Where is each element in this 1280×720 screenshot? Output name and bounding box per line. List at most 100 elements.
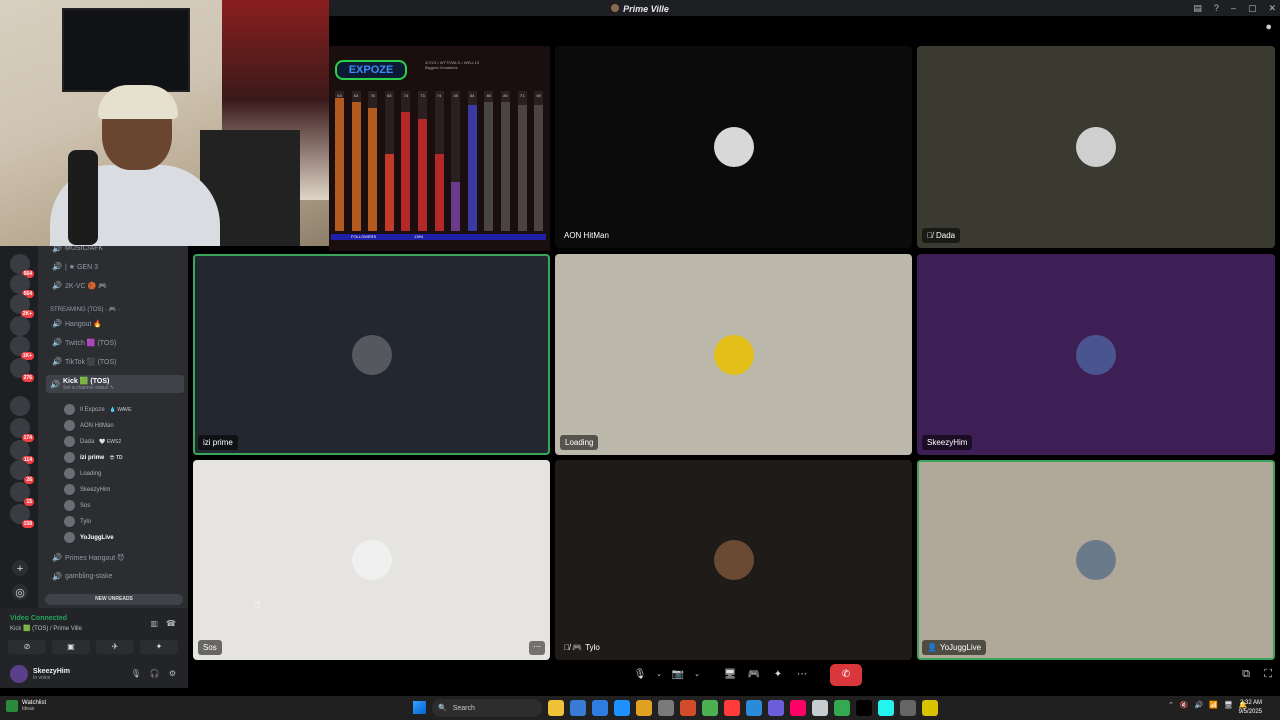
voice-user[interactable]: YoJuggLive <box>64 532 114 543</box>
camera-toggle-icon[interactable]: 📷 <box>668 666 688 684</box>
add-server-icon[interactable]: + <box>12 560 28 576</box>
taskbar-app-icon[interactable] <box>592 700 608 716</box>
server-icon[interactable]: 2K+ <box>10 294 34 318</box>
taskbar-app-icon[interactable] <box>614 700 630 716</box>
server-icon[interactable]: 174 <box>10 418 34 442</box>
taskbar-app-icon[interactable] <box>746 700 762 716</box>
voice-user[interactable]: Dada 🤍 EWS2 <box>64 436 121 447</box>
channel-item[interactable]: 🔊 2K-VC 🏀 🎮 <box>52 281 107 290</box>
taskbar-app-icon[interactable] <box>856 700 872 716</box>
camera-off-button[interactable]: ⊘ <box>8 640 46 654</box>
server-icon[interactable]: 564 <box>10 254 34 278</box>
server-icon[interactable]: 114 <box>10 440 34 464</box>
tray-icon[interactable]: 📶 <box>1209 701 1218 709</box>
server-icon[interactable] <box>10 396 30 416</box>
server-icon[interactable]: 158 <box>10 504 34 528</box>
share-screen-icon[interactable]: 🖥 <box>720 666 740 684</box>
video-tile[interactable]: AON HitMan <box>555 46 912 248</box>
voice-user[interactable]: izi prime 😎 TD <box>64 452 123 463</box>
taskbar-app-icon[interactable] <box>724 700 740 716</box>
taskbar-app-icon[interactable] <box>922 700 938 716</box>
category-streaming[interactable]: STREAMING (TOS) · 🎮 · <box>50 306 120 313</box>
tile-more-icon[interactable]: ⋯ <box>529 641 545 655</box>
noise-suppression-icon[interactable]: ▥ <box>150 619 158 628</box>
voice-user[interactable]: SkeezyHim <box>64 484 110 495</box>
taskbar-app-icon[interactable] <box>548 700 564 716</box>
taskbar-app-icon[interactable] <box>702 700 718 716</box>
more-options-icon[interactable]: ⋯ <box>792 666 812 684</box>
server-icon[interactable]: 276 <box>10 358 34 382</box>
channel-status[interactable]: Set a channel status ✎ <box>63 385 114 391</box>
server-icon[interactable]: 564 <box>10 274 34 298</box>
taskbar-app-icon[interactable] <box>680 700 696 716</box>
soundboard-button[interactable]: ✦ <box>140 640 178 654</box>
taskbar-app-icon[interactable] <box>570 700 586 716</box>
taskbar-app-icon[interactable] <box>812 700 828 716</box>
taskbar-app-icon[interactable] <box>834 700 850 716</box>
voice-user[interactable]: Loading <box>64 468 101 479</box>
fullscreen-icon[interactable]: ⛶ <box>1264 668 1272 681</box>
windows-start-icon[interactable] <box>413 701 426 714</box>
voice-user[interactable]: AON HitMan <box>64 420 114 431</box>
video-tile[interactable]: Loading <box>555 254 912 455</box>
video-tile[interactable]: Sos ⋯ <box>193 460 550 660</box>
mic-icon[interactable]: 🎙 <box>131 669 141 678</box>
channel-item[interactable]: 🔊 Hangout 🔥 <box>52 319 102 328</box>
taskbar-app-icon[interactable] <box>768 700 784 716</box>
video-tile[interactable]: izi prime <box>193 254 550 455</box>
headphones-icon[interactable]: 🎧 <box>150 669 160 678</box>
taskbar-search[interactable]: 🔍 Search <box>432 699 542 717</box>
channel-kick-active[interactable]: 🔊 Kick 🟩 (TOS) Set a channel status ✎ <box>46 375 184 393</box>
channel-item[interactable]: 🔊 | ★ GEN 3 <box>52 262 98 271</box>
channel-item[interactable]: 🔊 TikTok ⬛ (TOS) <box>52 357 117 366</box>
channel-item[interactable]: 🔊 MUSIC/AFK <box>52 246 103 253</box>
widgets-button[interactable]: Watchlist Ideas <box>6 700 46 712</box>
soundboard-icon[interactable]: ✦ <box>768 666 788 684</box>
server-icon[interactable]: 15 <box>10 482 34 506</box>
chat-icon[interactable]: ● <box>1265 21 1272 33</box>
inbox-icon[interactable]: ▤ <box>1193 3 1202 14</box>
camera-options-chevron-icon[interactable]: ⌄ <box>692 666 702 684</box>
clock[interactable]: 2:32 AM 9/5/2025 <box>1239 699 1262 717</box>
hangup-button[interactable]: ✆ <box>830 664 862 686</box>
video-tile[interactable]: 🎙̸ 🎮 Tylo <box>555 460 912 660</box>
taskbar-app-icon[interactable] <box>636 700 652 716</box>
voice-user[interactable]: Il Expoze 💧 WAVE <box>64 404 131 415</box>
server-icon[interactable]: 26 <box>10 460 34 484</box>
activity-icon[interactable]: 🎮 <box>744 666 764 684</box>
voice-user[interactable]: Tylo <box>64 516 91 527</box>
mic-toggle-icon[interactable]: 🎙 <box>630 666 650 684</box>
channel-item[interactable]: 🔊 gambling-stake <box>52 572 112 581</box>
video-tile[interactable]: 🎙̸ Dada <box>917 46 1275 248</box>
channel-item[interactable]: 🔊 Primes Hangout 😈 <box>52 553 124 562</box>
activity-button[interactable]: ✈ <box>96 640 134 654</box>
tray-icon[interactable]: 🔊 <box>1195 701 1204 709</box>
share-screen-button[interactable]: ▣ <box>52 640 90 654</box>
video-tile[interactable]: 👤 YoJuggLive <box>917 460 1275 660</box>
popout-icon[interactable]: ⧉ <box>1242 668 1250 681</box>
maximize-button[interactable]: ▢ <box>1248 3 1257 14</box>
taskbar-app-icon[interactable] <box>900 700 916 716</box>
tray-icon[interactable]: 🔇 <box>1180 701 1189 709</box>
new-unreads-button[interactable]: NEW UNREADS <box>45 594 183 605</box>
video-tile[interactable]: SkeezyHim <box>917 254 1275 455</box>
channel-item[interactable]: 🔊 Twitch 🟪 (TOS) <box>52 338 116 347</box>
taskbar-app-icon[interactable] <box>878 700 894 716</box>
taskbar-app-icon[interactable] <box>658 700 674 716</box>
mic-options-chevron-icon[interactable]: ⌄ <box>654 666 664 684</box>
help-icon[interactable]: ? <box>1214 3 1219 13</box>
taskbar-app-icon[interactable] <box>790 700 806 716</box>
tray-icon[interactable]: 🖥 <box>1224 701 1233 709</box>
user-panel[interactable]: SkeezyHim In voice <box>10 665 70 683</box>
minimize-button[interactable]: – <box>1231 3 1236 13</box>
disconnect-icon[interactable]: ☎ <box>166 619 176 628</box>
settings-gear-icon[interactable]: ⚙ <box>169 669 176 678</box>
server-icon[interactable] <box>10 316 30 336</box>
server-icon[interactable]: 1K+ <box>10 336 34 360</box>
voice-user[interactable]: Sos <box>64 500 90 511</box>
tray-icon[interactable]: ⌃ <box>1168 701 1174 709</box>
discover-icon[interactable]: ◎ <box>12 584 28 600</box>
voice-channel[interactable]: Kick 🟩 (TOS) / Prime Ville <box>10 625 82 632</box>
close-button[interactable]: ✕ <box>1268 3 1276 14</box>
voice-status[interactable]: Video Connected <box>10 615 67 622</box>
